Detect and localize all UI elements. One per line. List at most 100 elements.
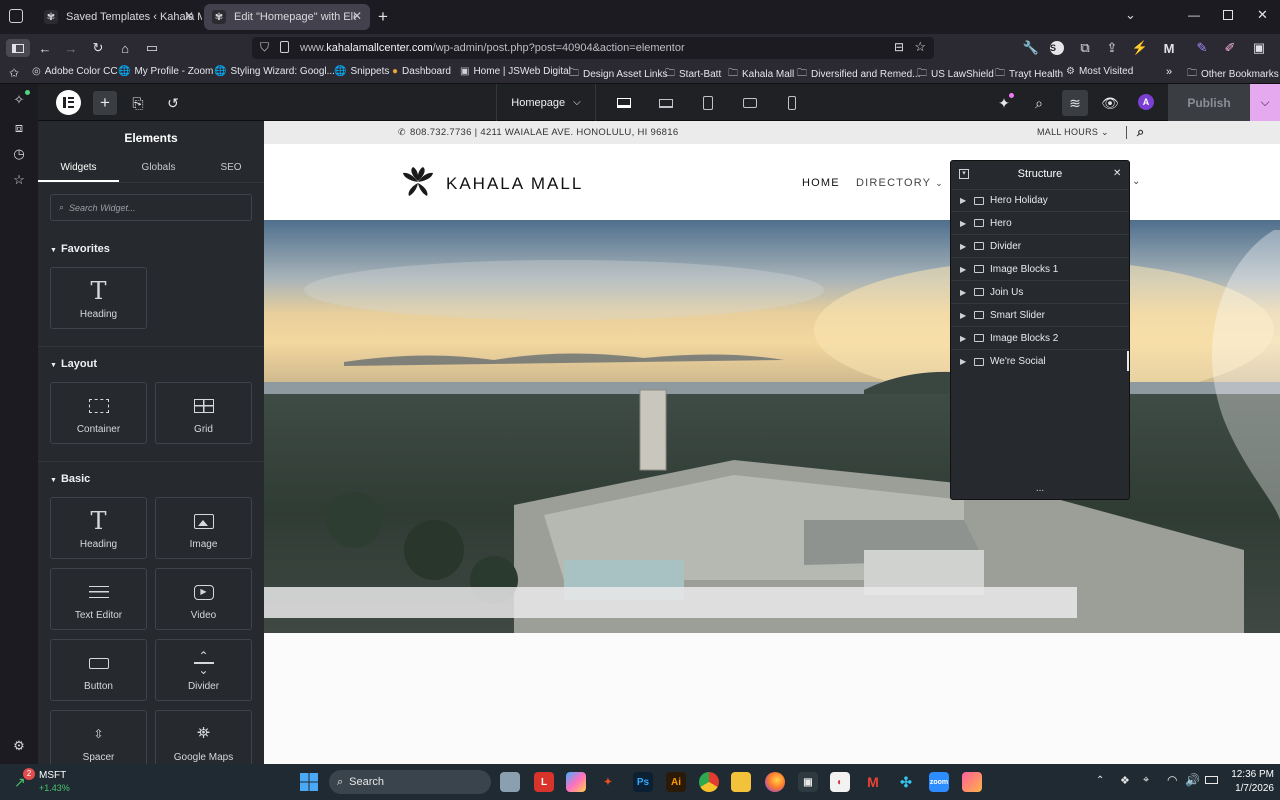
basic-section-title[interactable]: ▼ Basic	[50, 473, 90, 485]
mall-hours-dropdown[interactable]: MALL HOURS ⌄	[1037, 127, 1109, 138]
structure-item-hero-holiday[interactable]: ▶ Hero Holiday	[951, 189, 1129, 212]
structure-item-smart-slider[interactable]: ▶ Smart Slider	[951, 304, 1129, 327]
bookmark-zoom-profile[interactable]: 🌐 My Profile - Zoom	[118, 66, 213, 77]
extension-share-icon[interactable]: ⇪	[1103, 39, 1121, 57]
bookmark-styling-wizard[interactable]: 🌐 Styling Wizard: Googl...	[214, 66, 335, 77]
task-view-icon[interactable]	[500, 772, 520, 792]
windows-start-icon[interactable]	[298, 771, 320, 793]
copilot-icon[interactable]	[566, 772, 586, 792]
chrome-icon[interactable]	[699, 772, 719, 792]
device-laptop-icon[interactable]	[656, 93, 676, 113]
extension-b-icon[interactable]	[1166, 39, 1184, 57]
bookmark-most-visited[interactable]: ⚙ Most Visited	[1066, 66, 1133, 77]
bookmark-dashboard[interactable]: ● Dashboard	[392, 66, 451, 77]
widget-spacer[interactable]: ⇳ Spacer	[50, 710, 147, 764]
tab-edit-homepage[interactable]: ✾ Edit "Homepage" with Elementor ✕	[204, 4, 370, 30]
device-tablet-portrait-icon[interactable]	[698, 93, 718, 113]
battery-icon[interactable]	[1205, 776, 1218, 784]
reload-button[interactable]: ↻	[89, 39, 107, 57]
bookmark-folder-kahala-mall[interactable]: 🗀 Kahala Mall	[728, 66, 794, 83]
structure-item-join-us[interactable]: ▶ Join Us	[951, 281, 1129, 304]
publish-button[interactable]: Publish	[1168, 84, 1250, 121]
app-box-icon[interactable]: ▣	[798, 772, 818, 792]
bookmark-jsweb[interactable]: ▣ Home | JSWeb Digital	[460, 66, 571, 77]
widget-grid[interactable]: Grid	[155, 382, 252, 444]
tab-groups-icon[interactable]: ▭	[143, 39, 161, 57]
add-element-button[interactable]: +	[93, 91, 117, 115]
kahala-logo-icon[interactable]	[400, 166, 436, 198]
shield-icon[interactable]: ⛉	[260, 40, 269, 55]
tab-seo[interactable]: SEO	[198, 162, 264, 173]
minimize-window-button[interactable]: —	[1188, 8, 1200, 22]
close-tab-icon[interactable]: ✕	[184, 9, 194, 23]
new-tab-button[interactable]: +	[378, 7, 388, 27]
clock-date[interactable]: 1/7/2026	[1226, 783, 1274, 794]
tab-globals[interactable]: Globals	[119, 162, 198, 173]
close-tab-icon[interactable]: ✕	[352, 9, 362, 23]
reader-view-icon[interactable]: ⊟	[894, 40, 904, 54]
extension-pen-icon[interactable]: ✐	[1221, 39, 1239, 57]
tab-list-icon[interactable]	[9, 9, 23, 23]
structure-item-hero[interactable]: ▶ Hero	[951, 212, 1129, 235]
address-bar[interactable]: ⛉ www. kahalamallcenter.com/wp-admin/post…	[252, 37, 934, 59]
nav-home[interactable]: HOME	[802, 177, 840, 189]
favorites-section-title[interactable]: ▼ Favorites	[50, 243, 110, 255]
bookmark-folder-diversified[interactable]: 🗀 Diversified and Remed...	[797, 66, 921, 83]
forward-button[interactable]: →	[62, 39, 80, 57]
history-icon[interactable]: ↺	[163, 93, 183, 113]
structure-item-were-social[interactable]: ▶ We're Social	[951, 350, 1129, 373]
device-desktop-icon[interactable]	[614, 93, 634, 113]
widget-video[interactable]: ▶ Video	[155, 568, 252, 630]
wifi-icon[interactable]: ◠	[1167, 773, 1177, 787]
widget-text-editor[interactable]: Text Editor	[50, 568, 147, 630]
close-icon[interactable]: ✕	[1113, 168, 1121, 179]
structure-item-image-blocks-1[interactable]: ▶ Image Blocks 1	[951, 258, 1129, 281]
photoshop-icon[interactable]: Ps	[633, 772, 653, 792]
bookmark-toolbar-star-icon[interactable]: ✩	[9, 66, 19, 80]
tab-overflow-chevron-icon[interactable]: ⌄	[1125, 7, 1136, 23]
bookmark-folder-other[interactable]: 🗀 Other Bookmarks	[1187, 66, 1279, 83]
tray-overflow-icon[interactable]: ⌃	[1096, 775, 1104, 786]
wrench-icon[interactable]: 🔧	[1022, 39, 1040, 57]
firefox-icon[interactable]	[765, 772, 785, 792]
sidebar-settings-icon[interactable]: ⚙	[10, 738, 28, 756]
close-window-button[interactable]: ✕	[1257, 7, 1268, 23]
structure-scrollbar[interactable]	[1127, 351, 1129, 371]
extension-save-icon[interactable]: ▣	[1250, 39, 1268, 57]
slack-icon[interactable]: ✣	[896, 772, 916, 792]
structure-item-image-blocks-2[interactable]: ▶ Image Blocks 2	[951, 327, 1129, 350]
page-settings-icon[interactable]: ⎘	[128, 93, 148, 113]
device-mobile-icon[interactable]	[782, 93, 802, 113]
page-selector[interactable]: Homepage ⌵	[496, 84, 596, 121]
widget-button[interactable]: Button	[50, 639, 147, 701]
widget-heading-favorite[interactable]: T Heading	[50, 267, 147, 329]
illustrator-icon[interactable]: Ai	[666, 772, 686, 792]
preview-eye-icon[interactable]: 👁	[1100, 93, 1120, 113]
volume-icon[interactable]: 🔊	[1185, 773, 1200, 787]
bookmark-folder-us-lawshield[interactable]: 🗀 US LawShield	[917, 66, 994, 83]
bookmark-snippets[interactable]: 🌐 Snippets	[334, 66, 389, 77]
bookmark-folder-trayt-health[interactable]: 🗀 Trayt Health	[995, 66, 1063, 83]
app-l-icon[interactable]: L	[534, 772, 554, 792]
app-c-icon[interactable]: ◐	[830, 772, 850, 792]
structure-item-divider[interactable]: ▶ Divider	[951, 235, 1129, 258]
taskbar-search-box[interactable]: ⌕ Search	[329, 770, 491, 794]
nav-chevron-down-icon[interactable]: ⌄	[1132, 176, 1140, 187]
nav-directory[interactable]: DIRECTORY ⌄	[856, 177, 944, 189]
search-icon[interactable]: ⌕	[1137, 124, 1145, 140]
device-tablet-landscape-icon[interactable]	[740, 93, 760, 113]
bookmarks-icon[interactable]: ☆	[10, 172, 28, 190]
history-icon[interactable]: ◷	[10, 146, 28, 164]
layout-section-title[interactable]: ▼ Layout	[50, 358, 97, 370]
tab-saved-templates[interactable]: ✾ Saved Templates ‹ Kahala Mall – ✕	[36, 4, 202, 30]
structure-resize-handle[interactable]: ...	[951, 483, 1129, 494]
avatar[interactable]: A	[1138, 94, 1154, 110]
back-button[interactable]: ←	[36, 39, 54, 57]
publish-options-button[interactable]: ⌵	[1250, 84, 1280, 121]
home-button[interactable]: ⌂	[116, 39, 134, 57]
clock-time[interactable]: 12:36 PM	[1226, 769, 1274, 780]
bookmark-folder-start-batt[interactable]: 🗀 Start-Batt	[665, 66, 721, 83]
bookmark-star-icon[interactable]: ☆	[914, 39, 926, 55]
bookmarks-overflow-icon[interactable]: »	[1166, 66, 1172, 78]
structure-layers-icon[interactable]: ≋	[1062, 90, 1088, 116]
